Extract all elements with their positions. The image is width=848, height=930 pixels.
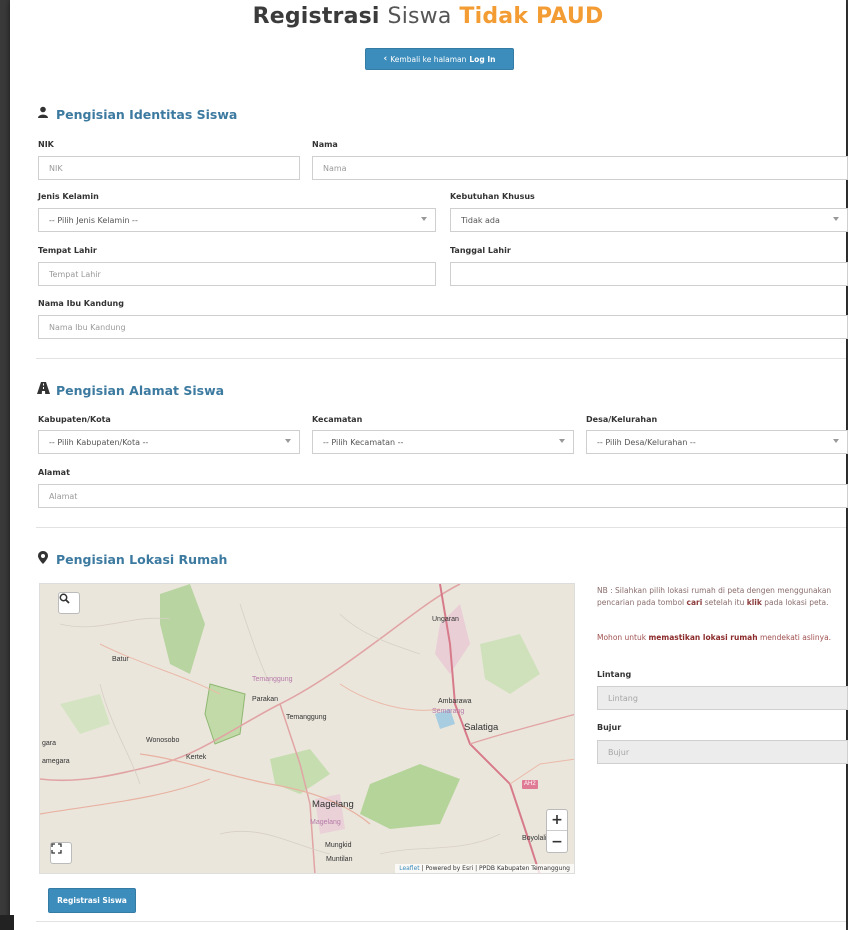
lintang-label: Lintang bbox=[597, 670, 632, 679]
map-label-wonosobo: Wonosobo bbox=[146, 737, 180, 744]
lintang-input[interactable]: Lintang bbox=[597, 686, 848, 710]
map-attribution: Leaflet | Powered by Esri | PPDB Kabupat… bbox=[395, 864, 574, 873]
alamat-input[interactable]: Alamat bbox=[38, 484, 848, 508]
nama-ibu-input[interactable]: Nama Ibu Kandung bbox=[38, 315, 848, 339]
map-instructions: NB : Silahkan pilih lokasi rumah di peta… bbox=[597, 585, 847, 609]
section-divider bbox=[36, 921, 846, 922]
chevron-down-icon bbox=[421, 217, 427, 221]
section-divider bbox=[36, 527, 846, 528]
map-label-gara: gara bbox=[42, 740, 57, 747]
map-label-batur: Batur bbox=[112, 656, 129, 663]
chevron-down-icon bbox=[833, 217, 839, 221]
section-alamat-label: Pengisian Alamat Siswa bbox=[56, 382, 225, 398]
registrasi-siswa-button[interactable]: Registrasi Siswa bbox=[48, 888, 136, 913]
background-corner bbox=[0, 915, 14, 930]
tanggal-lahir-label: Tanggal Lahir bbox=[450, 246, 511, 255]
title-light: Siswa bbox=[387, 4, 452, 29]
map-label-temanggung-region: Temanggung bbox=[252, 676, 293, 683]
attribution-text: | Powered by Esri | PPDB Kabupaten Teman… bbox=[421, 865, 570, 872]
warning-text-1: Mohon untuk bbox=[597, 633, 647, 642]
nik-input[interactable]: NIK bbox=[38, 156, 300, 180]
map-search-button[interactable] bbox=[58, 592, 80, 614]
leaflet-link[interactable]: Leaflet bbox=[399, 865, 419, 872]
map-label-salatiga: Salatiga bbox=[464, 722, 499, 733]
chevron-down-icon bbox=[559, 439, 565, 443]
map-label-parakan: Parakan bbox=[252, 696, 279, 703]
map-label-ungaran: Ungaran bbox=[432, 616, 459, 623]
kecamatan-label: Kecamatan bbox=[312, 415, 363, 424]
map-label-temanggung: Temanggung bbox=[286, 714, 327, 721]
chevron-left-icon: ‹ bbox=[383, 54, 388, 64]
map-label-semarang: Semarang bbox=[432, 708, 465, 715]
kebutuhan-khusus-value: Tidak ada bbox=[461, 215, 500, 225]
jenis-kelamin-select[interactable]: -- Pilih Jenis Kelamin -- bbox=[38, 208, 436, 232]
map-label-boyolali: Boyolali bbox=[522, 835, 547, 842]
tempat-lahir-label: Tempat Lahir bbox=[38, 246, 97, 255]
section-identitas-label: Pengisian Identitas Siswa bbox=[56, 106, 238, 122]
section-divider bbox=[36, 358, 846, 359]
user-icon bbox=[36, 106, 50, 122]
map-fullscreen-button[interactable] bbox=[50, 842, 72, 864]
warning-text-bold: memastikan lokasi rumah bbox=[648, 633, 758, 642]
map-zoom-control: + − bbox=[546, 809, 568, 853]
map-label-magelang: Magelang bbox=[312, 799, 354, 810]
warning-text-2: mendekati aslinya. bbox=[759, 633, 832, 642]
desa-label: Desa/Kelurahan bbox=[586, 415, 658, 424]
zoom-in-button[interactable]: + bbox=[547, 810, 567, 831]
map-label-magelang-region: Magelang bbox=[310, 819, 341, 826]
kebutuhan-khusus-select[interactable]: Tidak ada bbox=[450, 208, 848, 232]
map-label-ah2: AH2 bbox=[524, 781, 536, 787]
map-label-mungkid: Mungkid bbox=[325, 842, 352, 849]
jenis-kelamin-label: Jenis Kelamin bbox=[38, 192, 99, 201]
chevron-down-icon bbox=[285, 439, 291, 443]
map-warning: Mohon untuk memastikan lokasi rumah mend… bbox=[597, 632, 847, 644]
kabupaten-label: Kabupaten/Kota bbox=[38, 415, 111, 424]
back-button-label: Kembali ke halaman bbox=[390, 54, 467, 64]
road-icon bbox=[36, 382, 50, 398]
nama-label: Nama bbox=[312, 140, 338, 149]
chevron-down-icon bbox=[833, 439, 839, 443]
location-map[interactable]: Ungaran Batur Temanggung Parakan Temangg… bbox=[39, 583, 575, 874]
nama-ibu-label: Nama Ibu Kandung bbox=[38, 299, 124, 308]
nb-text-2: setelah itu bbox=[704, 598, 745, 607]
registration-page: Registrasi Siswa Tidak PAUD ‹ Kembali ke… bbox=[10, 0, 848, 930]
bujur-input[interactable]: Bujur bbox=[597, 740, 848, 764]
nama-input[interactable]: Nama bbox=[312, 156, 848, 180]
section-lokasi-label: Pengisian Lokasi Rumah bbox=[56, 552, 228, 567]
map-label-muntilan: Muntilan bbox=[326, 856, 353, 863]
desa-select[interactable]: -- Pilih Desa/Kelurahan -- bbox=[586, 430, 848, 454]
desa-value: -- Pilih Desa/Kelurahan -- bbox=[597, 437, 696, 447]
zoom-out-button[interactable]: − bbox=[547, 831, 567, 852]
map-label-amegara: amegara bbox=[42, 758, 70, 765]
section-identitas-title: Pengisian Identitas Siswa bbox=[36, 106, 237, 122]
jenis-kelamin-value: -- Pilih Jenis Kelamin -- bbox=[49, 215, 138, 225]
map-label-kertek: Kertek bbox=[186, 754, 207, 761]
nb-text-klik: klik bbox=[746, 598, 762, 607]
kabupaten-value: -- Pilih Kabupaten/Kota -- bbox=[49, 437, 149, 447]
tanggal-lahir-input[interactable] bbox=[450, 262, 848, 286]
kecamatan-value: -- Pilih Kecamatan -- bbox=[323, 437, 404, 447]
section-alamat-title: Pengisian Alamat Siswa bbox=[36, 382, 224, 398]
bujur-label: Bujur bbox=[597, 723, 622, 732]
back-button-label-bold: Log In bbox=[469, 54, 496, 64]
alamat-label: Alamat bbox=[38, 468, 70, 477]
page-title: Registrasi Siswa Tidak PAUD bbox=[10, 4, 846, 29]
title-accent: Tidak PAUD bbox=[459, 4, 604, 29]
map-marker-icon bbox=[36, 551, 50, 568]
nik-label: NIK bbox=[38, 140, 54, 149]
nb-text-3: pada lokasi peta. bbox=[764, 598, 829, 607]
title-bold: Registrasi bbox=[252, 4, 380, 29]
nb-text-cari: cari bbox=[686, 598, 703, 607]
tempat-lahir-input[interactable]: Tempat Lahir bbox=[38, 262, 436, 286]
back-to-login-button[interactable]: ‹ Kembali ke halaman Log In bbox=[365, 48, 514, 70]
kebutuhan-khusus-label: Kebutuhan Khusus bbox=[450, 192, 535, 201]
section-lokasi-title: Pengisian Lokasi Rumah bbox=[36, 551, 227, 568]
kabupaten-select[interactable]: -- Pilih Kabupaten/Kota -- bbox=[38, 430, 300, 454]
kecamatan-select[interactable]: -- Pilih Kecamatan -- bbox=[312, 430, 574, 454]
map-label-ambarawa: Ambarawa bbox=[438, 698, 472, 705]
